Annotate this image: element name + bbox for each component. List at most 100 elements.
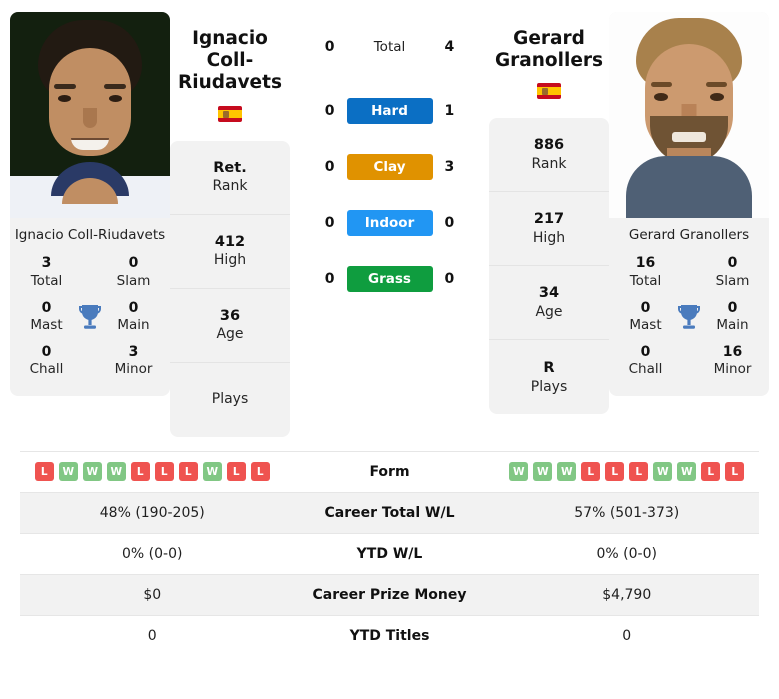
form-badge-loss: L: [725, 462, 745, 482]
right-titles-mast-value: 0: [640, 299, 651, 316]
right-ytd-wl-cell: 0% (0-0): [495, 546, 760, 562]
form-badge-win: W: [533, 462, 553, 482]
left-titles-slam: 0 Slam: [105, 255, 162, 289]
left-player-name-column: Ignacio Coll- Riudavets Ret. Rank 412 Hi…: [170, 12, 290, 437]
right-player-photo: [609, 12, 769, 218]
right-titles-total-value: 16: [635, 255, 656, 272]
form-badge-loss: L: [226, 462, 246, 482]
right-titles-slam: 0 Slam: [704, 255, 761, 289]
left-info-age: 36 Age: [170, 289, 290, 363]
left-player-name: Ignacio Coll- Riudavets: [170, 28, 290, 95]
table-row-career-prize-money: $0 Career Prize Money $4,790: [20, 573, 760, 615]
right-info-rank: 886 Rank: [489, 118, 609, 193]
left-info-rank-value: Ret.: [213, 159, 247, 176]
table-label-ytd-titles: YTD Titles: [349, 627, 430, 644]
right-info-age: 34 Age: [489, 266, 609, 341]
left-surface-total-value: 0: [324, 39, 335, 55]
left-info-plays-label: Plays: [211, 391, 249, 408]
form-badge-win: W: [677, 462, 697, 482]
left-titles-main: 0 Main: [105, 300, 162, 334]
right-titles-slam-label: Slam: [715, 272, 750, 289]
left-player-info-stack: Ret. Rank 412 High 36 Age Plays: [170, 140, 290, 437]
right-titles-minor-label: Minor: [713, 361, 752, 378]
right-titles-total-label: Total: [629, 272, 662, 289]
form-badge-win: W: [557, 462, 577, 482]
trophy-icon: [75, 303, 105, 331]
left-info-rank: Ret. Rank: [170, 141, 290, 215]
right-info-plays: R Plays: [489, 340, 609, 414]
right-info-high-label: High: [532, 230, 566, 247]
right-titles-total: 16 Total: [617, 255, 674, 289]
left-ytd-wl-value: 0% (0-0): [122, 545, 183, 562]
left-titles-mast-label: Mast: [30, 317, 63, 334]
form-badge-loss: L: [34, 462, 54, 482]
right-player-titles-grid: 16 Total 0 Slam 0 Mast 0 Main 0 Chall 16…: [609, 253, 769, 390]
right-player-info-stack: 886 Rank 217 High 34 Age R Plays: [489, 118, 609, 415]
surface-comparison: 0 Total 4 0 Hard 1 0 Clay 3 0 Indoor 0 0: [290, 12, 489, 314]
surface-total-label: Total: [373, 39, 406, 55]
left-player-name-line2: Riudavets: [178, 72, 282, 94]
right-info-high: 217 High: [489, 192, 609, 267]
left-ytd-titles-value: 0: [147, 627, 157, 644]
left-player-photo-caption: Ignacio Coll-Riudavets: [14, 227, 166, 243]
right-titles-chall-value: 0: [640, 343, 651, 360]
right-surface-clay-value: 3: [444, 159, 455, 175]
right-career-total-wl-cell: 57% (501-373): [495, 505, 760, 521]
right-player-name: Gerard Granollers: [489, 28, 609, 72]
left-titles-slam-label: Slam: [116, 272, 151, 289]
left-info-plays: Plays: [170, 363, 290, 437]
surface-row-total: 0 Total 4: [290, 26, 489, 68]
right-info-age-label: Age: [535, 304, 563, 321]
surface-row-grass: 0 Grass 0: [290, 258, 489, 300]
right-player-photo-caption: Gerard Granollers: [628, 227, 750, 243]
right-surface-grass-value: 0: [444, 271, 455, 287]
left-surface-grass-value: 0: [324, 271, 335, 287]
right-info-rank-value: 886: [533, 137, 565, 154]
form-badge-win: W: [58, 462, 78, 482]
table-label-career-prize-money: Career Prize Money: [312, 586, 467, 603]
form-badge-win: W: [202, 462, 222, 482]
left-titles-chall: 0 Chall: [18, 344, 75, 378]
left-titles-slam-value: 0: [128, 255, 139, 272]
surface-grass-bar: Grass: [346, 266, 433, 292]
left-titles-main-label: Main: [117, 317, 150, 334]
trophy-icon: [674, 303, 704, 331]
right-titles-mast-label: Mast: [629, 317, 662, 334]
right-info-high-value: 217: [533, 211, 565, 228]
form-badge-win: W: [509, 462, 529, 482]
right-player-card: Gerard Granollers 16 Total 0 Slam 0 Mast: [609, 12, 769, 397]
left-player-card: Ignacio Coll-Riudavets 3 Total 0 Slam 0 …: [10, 12, 170, 397]
left-prize-money-cell: $0: [20, 587, 285, 603]
surface-row-indoor: 0 Indoor 0: [290, 202, 489, 244]
left-titles-chall-value: 0: [41, 343, 52, 360]
form-badge-loss: L: [250, 462, 270, 482]
right-info-age-value: 34: [538, 285, 560, 302]
right-titles-chall: 0 Chall: [617, 344, 674, 378]
left-player-titles-grid: 3 Total 0 Slam 0 Mast 0 Main 0 Chall 3 M…: [10, 253, 170, 390]
right-form-cell: WWWLLLWWLL: [495, 462, 760, 482]
form-badge-loss: L: [154, 462, 174, 482]
form-badge-loss: L: [701, 462, 721, 482]
left-player-flag: [170, 105, 290, 123]
left-titles-chall-label: Chall: [29, 361, 64, 378]
right-career-total-wl-value: 57% (501-373): [574, 504, 680, 521]
form-badge-loss: L: [581, 462, 601, 482]
stats-table: LWWWLLLWLL Form WWWLLLWWLL 48% (190-205)…: [20, 450, 760, 656]
left-info-rank-label: Rank: [212, 178, 248, 195]
left-titles-mast-value: 0: [41, 299, 52, 316]
left-titles-total-value: 3: [41, 255, 52, 272]
left-titles-total-label: Total: [30, 272, 63, 289]
form-badge-loss: L: [605, 462, 625, 482]
left-titles-minor: 3 Minor: [105, 344, 162, 378]
spain-flag-icon: [537, 83, 561, 100]
right-surface-hard-value: 1: [444, 103, 455, 119]
surface-row-clay: 0 Clay 3: [290, 146, 489, 188]
left-titles-minor-label: Minor: [114, 361, 153, 378]
left-info-high-label: High: [213, 252, 247, 269]
left-titles-total: 3 Total: [18, 255, 75, 289]
right-player-name-line2: Granollers: [494, 50, 604, 72]
left-info-high: 412 High: [170, 215, 290, 289]
left-form-cell: LWWWLLLWLL: [20, 462, 285, 482]
left-titles-main-value: 0: [128, 299, 139, 316]
right-prize-money-cell: $4,790: [495, 587, 760, 603]
